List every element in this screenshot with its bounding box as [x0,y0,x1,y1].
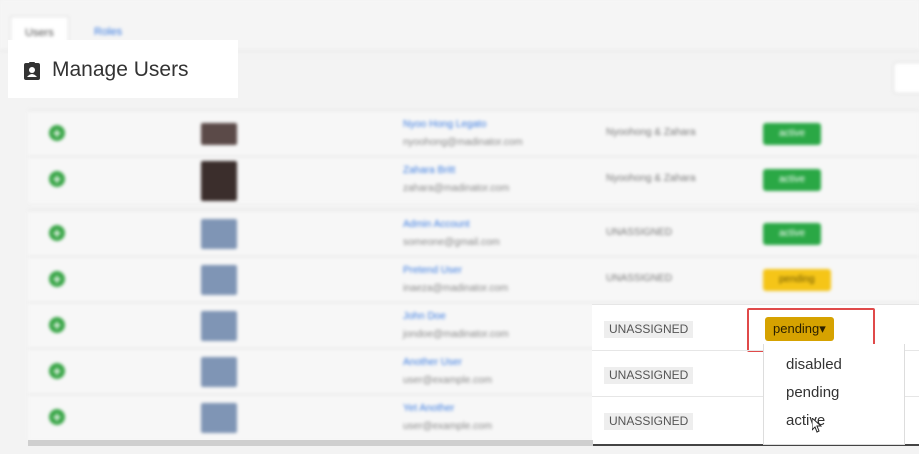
avatar [201,357,237,387]
avatar [201,123,237,145]
focused-status-panel: UNASSIGNED pending▾ UNASSIGNED UNASSIGNE… [592,304,919,446]
status-dropdown-menu: disabled pending active [763,344,905,445]
avatar [201,161,237,201]
user-name-link[interactable]: Nyoo Hong Legato [403,119,486,130]
status-button[interactable]: active [763,123,822,145]
team-label: UNASSIGNED [606,273,673,284]
add-icon[interactable]: + [49,171,65,187]
add-icon[interactable]: + [49,317,65,333]
page-title: Manage Users [52,58,189,81]
avatar [201,403,237,433]
team-label: UNASSIGNED [604,321,694,338]
avatar [201,219,237,249]
user-email: user@example.com [403,421,493,432]
add-icon[interactable]: + [49,225,65,241]
user-name-link[interactable]: Yet Another [403,403,454,414]
add-icon[interactable]: + [49,409,65,425]
dropdown-option-pending[interactable]: pending [786,384,839,401]
team-label: Nyoohong & Zahara [606,127,696,138]
dropdown-option-disabled[interactable]: disabled [786,356,842,373]
page-header: Manage Users [8,40,238,98]
team-label: UNASSIGNED [604,367,694,384]
avatar [201,311,237,341]
team-label: Nyoohong & Zahara [606,173,696,184]
status-button[interactable]: pending [763,269,831,291]
status-button[interactable]: active [763,169,822,191]
user-email: someone@gmail.com [403,237,500,248]
user-email: nyoohong@madinator.com [403,137,523,148]
status-button[interactable]: active [763,223,822,245]
user-email: jondoe@madinator.com [403,329,509,340]
table-row: + Zahara Britt zahara@madinator.com Nyoo… [28,156,919,203]
user-email: zahara@madinator.com [403,183,510,194]
user-email: user@example.com [403,375,493,386]
add-icon[interactable]: + [49,271,65,287]
team-label: UNASSIGNED [606,227,673,238]
horizontal-scrollbar[interactable] [28,440,593,446]
user-name-link[interactable]: Pretend User [403,265,462,276]
add-icon[interactable]: + [49,363,65,379]
user-badge-icon [24,62,40,80]
avatar [201,265,237,295]
team-label: UNASSIGNED [604,413,694,430]
user-name-link[interactable]: John Doe [403,311,446,322]
user-email: inaeza@madinator.com [403,283,509,294]
user-name-link[interactable]: Zahara Britt [403,165,455,176]
table-row: + Admin Account someone@gmail.com UNASSI… [28,210,919,257]
user-name-link[interactable]: Admin Account [403,219,470,230]
table-row: + Nyoo Hong Legato nyoohong@madinator.co… [28,110,919,157]
toolbar-button[interactable] [893,62,919,94]
mouse-cursor-icon [812,418,822,433]
user-name-link[interactable]: Another User [403,357,462,368]
add-icon[interactable]: + [49,125,65,141]
table-row: + Pretend User inaeza@madinator.com UNAS… [28,256,919,303]
